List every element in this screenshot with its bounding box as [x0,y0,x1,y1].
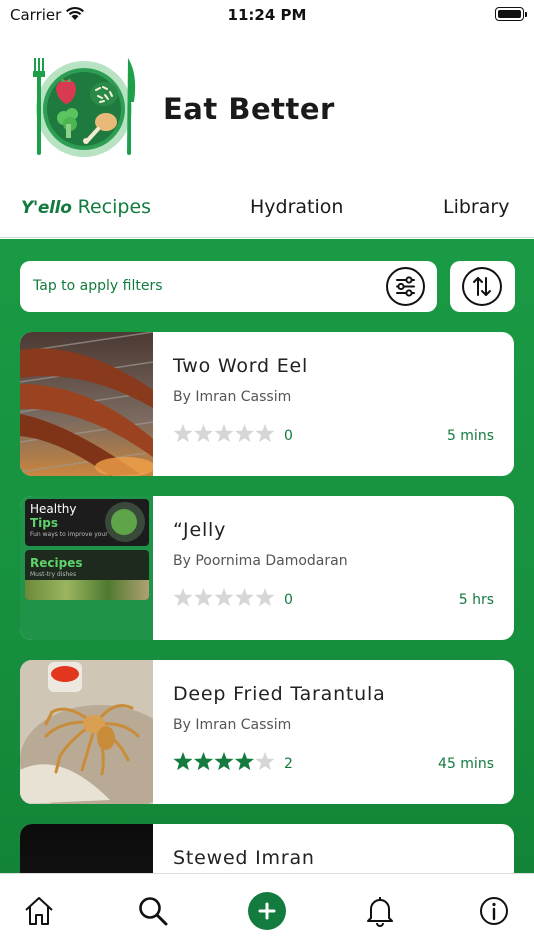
add-icon[interactable] [248,892,286,930]
tips-heading: Healthy [30,502,77,516]
star-filled-icon [214,752,234,771]
tab-hydration[interactable]: Hydration [250,196,343,218]
info-glyph [480,897,508,925]
star-empty-icon [255,424,275,443]
tips-caption: Fun ways to improve your nutrition [30,531,108,538]
sort-icon [462,267,502,306]
tab-library[interactable]: Library [443,196,509,218]
tab-bar: Y'ello Recipes Hydration Library [0,180,534,238]
star-empty-icon [234,424,255,443]
star-empty-icon [193,424,214,443]
salad-greens [111,509,137,535]
sliders-icon[interactable] [386,267,425,306]
recipe-author: By Poornima Damodaran [173,553,348,569]
recipe-image-eel [20,332,153,476]
sort-button[interactable] [450,261,515,312]
bottom-nav [0,873,534,950]
healthy-tips-panel: Healthy Tips Fun ways to improve your nu… [25,499,149,546]
star-empty-icon [173,424,193,443]
home-icon[interactable] [23,894,55,928]
recipes-panel: Recipes Must-try dishes [25,550,149,600]
cook-time: 45 mins [438,756,494,772]
tab-brand-label: Y'ello [21,198,72,218]
star-rating [173,423,277,449]
star-filled-icon [234,752,255,771]
app-header: Eat Better [0,30,534,180]
stars-graphic [173,752,275,771]
recipe-card[interactable]: Two Word Eel By Imran Cassim 0 5 mins [20,332,514,476]
recipe-image-stew [20,824,153,873]
tips-subheading: Tips [30,516,59,530]
cook-time: 5 hrs [458,592,494,608]
sliders-glyph [396,276,415,297]
stars-graphic [173,588,275,607]
rating-count: 0 [284,428,293,444]
recipe-card[interactable]: Stewed Imran [20,824,514,873]
sort-glyph [473,277,491,296]
battery-icon [495,7,527,21]
recipe-title: Two Word Eel [173,355,309,377]
star-empty-icon [193,588,214,607]
tab-label: Recipes [77,196,152,218]
status-bar: Carrier 11:24 PM [0,0,534,30]
recipe-card[interactable]: Healthy Tips Fun ways to improve your nu… [20,496,514,640]
bell-glyph [367,897,393,927]
bell-icon[interactable] [364,894,396,928]
app-title: Eat Better [163,92,335,126]
star-filled-icon [173,752,193,771]
search-icon[interactable] [137,894,169,928]
star-rating [173,751,277,777]
tab-recipes[interactable]: Y'ello Recipes [21,196,151,218]
star-filled-icon [193,752,214,771]
plus-glyph [258,902,276,920]
recipe-image-jelly: Healthy Tips Fun ways to improve your nu… [20,496,153,640]
filter-prompt: Tap to apply filters [33,278,163,294]
recipe-image-tarantula [20,660,153,804]
recipe-author: By Imran Cassim [173,717,292,733]
home-glyph [25,897,53,925]
app-logo [33,58,136,157]
recipe-title: “Jelly [173,519,227,541]
star-empty-icon [234,588,255,607]
cook-time: 5 mins [446,428,494,444]
recipe-title: Stewed Imran [173,847,315,869]
recipe-card[interactable]: Deep Fried Tarantula By Imran Cassim 2 4… [20,660,514,804]
stars-graphic [173,424,275,443]
star-empty-icon [255,588,275,607]
recipe-list-area[interactable]: Tap to apply filters Two Word Eel By Imr… [0,239,534,873]
recipes-heading: Recipes [30,556,83,570]
info-icon[interactable] [478,894,510,928]
search-glyph [139,897,168,926]
filter-bar[interactable]: Tap to apply filters [20,261,437,312]
star-empty-icon [173,588,193,607]
star-rating [173,587,277,613]
star-empty-icon [214,424,234,443]
clock: 11:24 PM [227,6,307,24]
food-strip [25,580,149,600]
rating-count: 0 [284,592,293,608]
rating-count: 2 [284,756,293,772]
star-empty-icon [214,588,234,607]
recipe-title: Deep Fried Tarantula [173,683,386,705]
recipe-author: By Imran Cassim [173,389,292,405]
star-empty-icon [255,752,275,771]
